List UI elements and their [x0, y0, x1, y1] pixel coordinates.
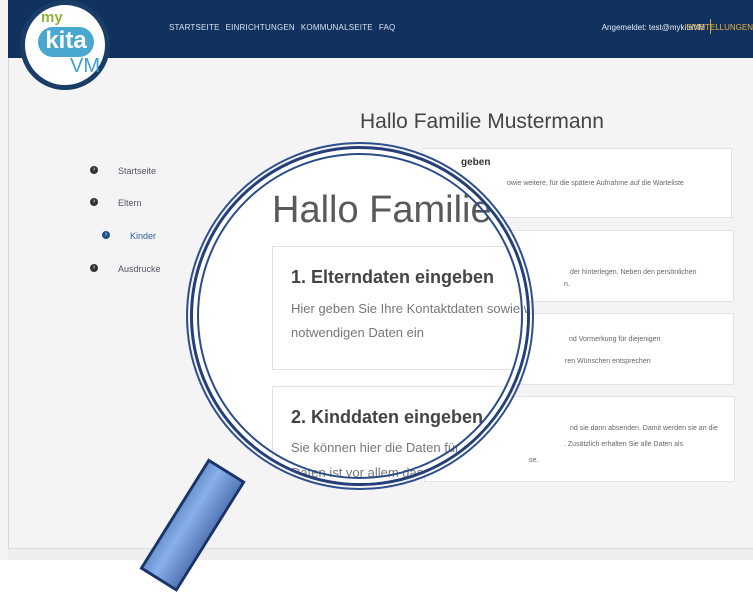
mykita-logo[interactable]: my kita VM [20, 0, 110, 90]
main-navigation: STARTSEITE EINRICHTUNGEN KOMMUNALSEITE F… [169, 23, 395, 32]
card-description: n. [564, 281, 570, 288]
page-greeting: Hallo Familie Mustermann [360, 110, 604, 133]
chevron-right-icon: › [90, 198, 98, 206]
sidebar-item-ausdrucke[interactable]: › Ausdrucke [90, 263, 210, 283]
sidebar-item-startseite[interactable]: › Startseite [90, 165, 210, 185]
card-title: geben [461, 157, 491, 168]
chevron-right-icon: › [102, 231, 110, 239]
card-description: nd sie dann absenden. Damit werden sie a… [570, 425, 718, 432]
settings-link[interactable]: EINSTELLUNGEN [686, 23, 753, 32]
zoomed-child-data-card[interactable]: 2. Kinddaten eingeben Sie können hier di… [272, 386, 527, 483]
card-description: owie weitere, für die spätere Aufnahme a… [507, 180, 684, 187]
card-description: se. [529, 457, 539, 464]
chevron-right-icon: › [90, 166, 98, 174]
nav-startseite[interactable]: STARTSEITE [169, 23, 220, 32]
magnifier-lens: Hallo Familie M 1. Elterndaten eingeben … [190, 146, 530, 486]
zoomed-card-title: 1. Elterndaten eingeben [291, 267, 495, 287]
logo-vm-text: VM [70, 55, 100, 77]
nav-faq[interactable]: FAQ [379, 23, 396, 32]
card-description: nd Vormerkung für diejenigen [569, 336, 661, 343]
card-description: der hinterlegen. Neben den persönlichen [570, 269, 697, 276]
zoomed-card-title: 2. Kinddaten eingeben [291, 407, 484, 427]
zoomed-card-description: Daten ist vor allem das gewünsch [291, 465, 486, 480]
card-description: ren Wünschen entsprechen [565, 358, 651, 365]
sidebar-item-label: Eltern [118, 198, 142, 208]
logo-kita-text: kita [38, 27, 94, 57]
zoomed-card-description: notwendigen Daten ein [291, 325, 424, 340]
sidebar-item-eltern[interactable]: › Eltern [90, 197, 210, 217]
nav-kommunalseite[interactable]: KOMMUNALSEITE [301, 23, 373, 32]
top-navigation-bar: STARTSEITE EINRICHTUNGEN KOMMUNALSEITE F… [8, 0, 753, 58]
sidebar-item-label: Kinder [130, 231, 157, 241]
card-description: . Zusätzlich erhalten Sie alle Daten als [564, 441, 684, 448]
sidebar-item-label: Startseite [118, 166, 157, 176]
chevron-right-icon: › [90, 264, 98, 272]
sidebar-item-label: Ausdrucke [118, 264, 161, 274]
zoomed-greeting: Hallo Familie M [272, 189, 530, 231]
zoomed-card-description: Sie können hier die Daten für ein ode [291, 440, 506, 455]
nav-einrichtungen[interactable]: EINRICHTUNGEN [226, 23, 295, 32]
zoomed-parent-data-card[interactable]: 1. Elterndaten eingeben Hier geben Sie I… [272, 246, 530, 370]
page-footer-strip [8, 548, 753, 560]
logo-my-text: my [41, 9, 63, 26]
zoomed-card-description: Hier geben Sie Ihre Kontaktdaten sowie w… [291, 301, 530, 316]
